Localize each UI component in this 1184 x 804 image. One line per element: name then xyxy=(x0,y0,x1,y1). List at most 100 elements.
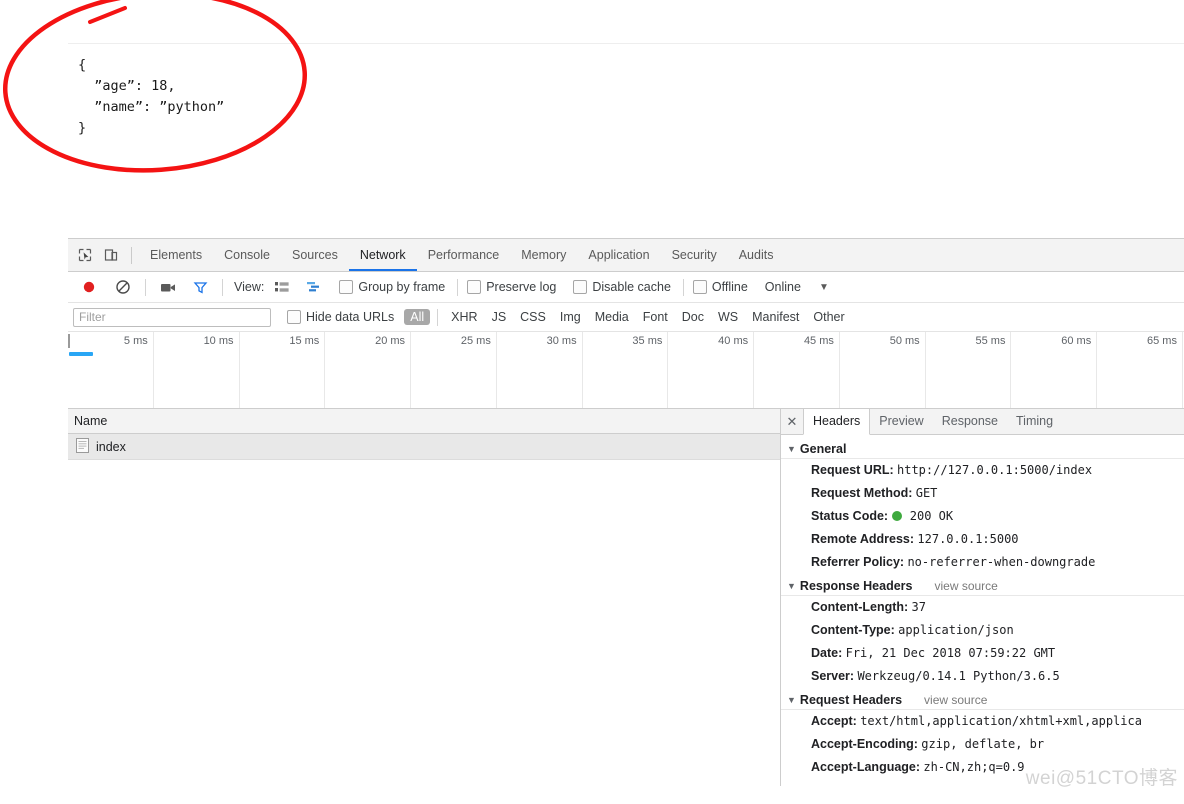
filter-type-ws[interactable]: WS xyxy=(712,309,744,325)
header-row: Status Code: 200 OK xyxy=(781,505,1184,528)
tab-timing[interactable]: Timing xyxy=(1007,409,1062,434)
timeline-tick-cell: 25 ms xyxy=(411,332,497,408)
timeline-tick-label: 30 ms xyxy=(546,335,577,347)
header-key: Remote Address: xyxy=(811,532,915,546)
preserve-log-checkbox-item[interactable]: Preserve log xyxy=(467,280,556,294)
controls-separator-2 xyxy=(222,278,223,296)
filter-separator xyxy=(437,308,439,326)
filter-type-xhr[interactable]: XHR xyxy=(445,309,483,325)
tab-elements[interactable]: Elements xyxy=(139,239,213,271)
controls-separator-3 xyxy=(457,278,459,296)
header-value: Werkzeug/0.14.1 Python/3.6.5 xyxy=(857,669,1060,683)
tab-audits[interactable]: Audits xyxy=(728,239,785,271)
group-by-frame-checkbox[interactable] xyxy=(339,280,354,294)
hide-data-urls-checkbox[interactable] xyxy=(287,310,301,324)
request-list-header-name[interactable]: Name xyxy=(68,409,780,434)
throttling-value[interactable]: Online xyxy=(765,280,801,294)
header-value: application/json xyxy=(898,623,1014,637)
timeline-tick-cell: 55 ms xyxy=(926,332,1012,408)
waterfall-view-icon[interactable] xyxy=(301,274,327,300)
timeline-tick-label: 55 ms xyxy=(975,335,1006,347)
timeline-tick-cell: 40 ms xyxy=(668,332,755,408)
timeline-tick-cell: 15 ms xyxy=(240,332,326,408)
section-header-request-headers[interactable]: ▼ Request Headers view source xyxy=(781,691,1184,710)
header-row: Accept: text/html,application/xhtml+xml,… xyxy=(781,710,1184,733)
header-value: 127.0.0.1:5000 xyxy=(917,532,1019,546)
timeline-tick-label: 45 ms xyxy=(803,335,834,347)
timeline-tick-cell: 35 ms xyxy=(583,332,669,408)
clear-icon[interactable] xyxy=(110,274,136,300)
filter-type-font[interactable]: Font xyxy=(637,309,674,325)
disable-cache-checkbox[interactable] xyxy=(573,280,588,294)
timeline-tick-label: 25 ms xyxy=(460,335,491,347)
section-title: General xyxy=(799,442,847,456)
filter-type-css[interactable]: CSS xyxy=(514,309,552,325)
request-details-pane: ✕ Headers Preview Response Timing ▼ Gene… xyxy=(781,409,1184,786)
triangle-down-icon: ▼ xyxy=(787,581,796,591)
network-controls-bar: View: Group by frame Preserve log Disabl… xyxy=(68,272,1184,303)
triangle-down-icon: ▼ xyxy=(787,444,796,454)
header-key: Content-Type: xyxy=(811,623,895,637)
network-timeline-overview[interactable]: 5 ms 10 ms 15 ms 20 ms 25 ms 30 ms 35 ms 40 ms 4… xyxy=(68,332,1184,409)
device-toolbar-icon[interactable] xyxy=(98,242,124,268)
tab-performance[interactable]: Performance xyxy=(417,239,511,271)
section-header-general[interactable]: ▼ General xyxy=(781,440,1184,459)
header-key: Accept-Encoding: xyxy=(811,737,918,751)
filter-type-manifest[interactable]: Manifest xyxy=(746,309,805,325)
section-title: Response Headers xyxy=(799,579,913,593)
page-divider xyxy=(68,43,1184,44)
tab-headers[interactable]: Headers xyxy=(803,409,871,435)
inspect-cursor-icon[interactable] xyxy=(72,242,98,268)
filter-funnel-icon[interactable] xyxy=(187,274,213,300)
camera-icon[interactable] xyxy=(155,274,181,300)
filter-input[interactable] xyxy=(73,307,271,327)
timeline-tick-cell: 10 ms xyxy=(154,332,240,408)
offline-checkbox[interactable] xyxy=(692,280,707,294)
timeline-tick-label: 40 ms xyxy=(718,335,749,347)
tab-application[interactable]: Application xyxy=(577,239,660,271)
triangle-down-icon: ▼ xyxy=(787,695,796,705)
browser-page-content: { ”age”: 18, ”name”: ”python” } xyxy=(0,0,1184,238)
header-value: 37 xyxy=(911,600,926,614)
timeline-tick-label: 50 ms xyxy=(889,335,920,347)
view-source-link[interactable]: view source xyxy=(924,693,987,707)
tab-response[interactable]: Response xyxy=(933,409,1007,434)
offline-checkbox-item[interactable]: Offline xyxy=(692,280,748,294)
group-by-frame-checkbox-item[interactable]: Group by frame xyxy=(339,280,445,294)
chevron-down-icon[interactable]: ▼ xyxy=(819,282,829,293)
timeline-tick-cell: 20 ms xyxy=(325,332,412,408)
section-header-response-headers[interactable]: ▼ Response Headers view source xyxy=(781,577,1184,596)
header-value: gzip, deflate, br xyxy=(921,737,1045,751)
tab-security[interactable]: Security xyxy=(661,239,728,271)
timeline-tick-cell: 60 ms xyxy=(1011,332,1098,408)
screenshot-root: { ”age”: 18, ”name”: ”python” } Elements… xyxy=(0,0,1184,804)
controls-separator-4 xyxy=(682,278,684,296)
view-source-link[interactable]: view source xyxy=(934,579,997,593)
header-row: Request Method: GET xyxy=(781,482,1184,505)
json-response-body: { ”age”: 18, ”name”: ”python” } xyxy=(78,57,225,136)
tab-network[interactable]: Network xyxy=(348,239,417,271)
hide-data-urls-label: Hide data URLs xyxy=(306,310,395,324)
preserve-log-checkbox[interactable] xyxy=(467,280,482,294)
timeline-tick-cell: 5 ms xyxy=(68,332,154,408)
tab-console[interactable]: Console xyxy=(213,239,281,271)
filter-type-img[interactable]: Img xyxy=(554,309,587,325)
table-row[interactable]: index xyxy=(68,434,780,460)
filter-type-all[interactable]: All xyxy=(404,309,431,325)
document-icon xyxy=(76,437,89,456)
disable-cache-checkbox-item[interactable]: Disable cache xyxy=(573,280,671,294)
tab-memory[interactable]: Memory xyxy=(510,239,577,271)
tab-preview[interactable]: Preview xyxy=(870,409,932,434)
header-row: Remote Address: 127.0.0.1:5000 xyxy=(781,528,1184,551)
filter-type-doc[interactable]: Doc xyxy=(676,309,710,325)
network-lower-split: Name index ✕ Headers Preview Response Ti… xyxy=(68,409,1184,786)
tab-sources[interactable]: Sources xyxy=(281,239,349,271)
filter-type-other[interactable]: Other xyxy=(807,309,850,325)
close-icon[interactable]: ✕ xyxy=(781,409,803,434)
filter-type-js[interactable]: JS xyxy=(486,309,513,325)
list-view-icon[interactable] xyxy=(269,274,295,300)
record-icon[interactable] xyxy=(76,274,102,300)
filter-type-media[interactable]: Media xyxy=(589,309,635,325)
hide-data-urls-checkbox-item[interactable]: Hide data URLs xyxy=(287,310,394,324)
header-value: Fri, 21 Dec 2018 07:59:22 GMT xyxy=(845,646,1056,660)
